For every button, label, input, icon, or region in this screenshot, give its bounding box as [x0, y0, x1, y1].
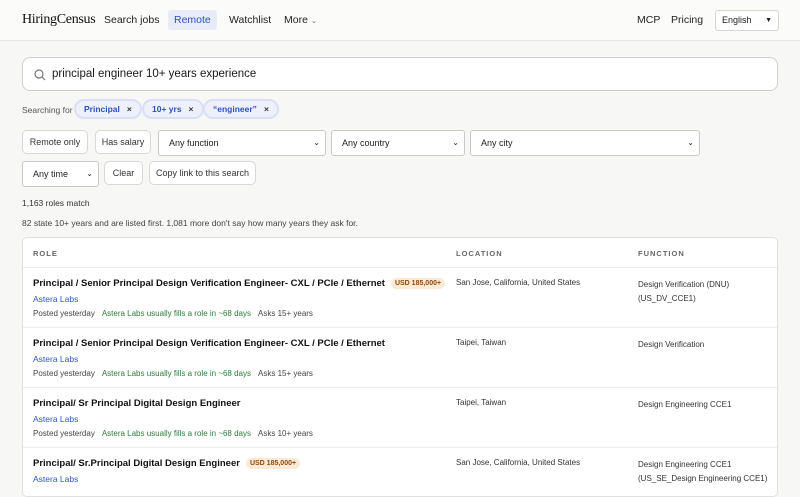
city-value: Any city — [481, 138, 513, 148]
years-asked: Asks 10+ years — [258, 429, 313, 438]
chip-years[interactable]: 10+ yrs × — [142, 99, 204, 119]
function-line: Design Engineering CCE1 — [638, 460, 732, 469]
fill-time: Astera Labs usually fills a role in ~68 … — [101, 429, 252, 438]
job-location: San Jose, California, United States — [456, 278, 581, 287]
posted-date: Posted yesterday — [33, 429, 95, 438]
table-row[interactable]: Principal / Senior Principal Design Veri… — [23, 328, 777, 388]
posted-date: Posted yesterday — [33, 369, 95, 378]
job-location: San Jose, California, United States — [456, 458, 581, 467]
logo[interactable]: HiringCensus — [22, 12, 96, 28]
results-note: 82 state 10+ years and are listed first.… — [22, 218, 358, 228]
job-title-text: Principal/ Sr.Principal Digital Design E… — [33, 458, 240, 469]
company-link[interactable]: Astera Labs — [33, 474, 78, 484]
job-meta: Posted yesterday Astera Labs usually fill… — [33, 369, 313, 378]
job-function: Design Engineering CCE1 (US_SE_Design Eng… — [638, 458, 767, 486]
chevron-down-icon: ⌄ — [452, 138, 459, 147]
search-input[interactable]: principal engineer 10+ years experience — [22, 57, 778, 91]
job-function: Design Verification — [638, 338, 704, 352]
nav-watchlist[interactable]: Watchlist — [223, 10, 277, 30]
function-value: Any function — [169, 138, 219, 148]
has-salary-button[interactable]: Has salary — [95, 130, 151, 154]
job-title[interactable]: Principal / Senior Principal Design Veri… — [33, 278, 446, 289]
close-icon[interactable]: × — [264, 104, 269, 114]
company-link[interactable]: Astera Labs — [33, 294, 78, 304]
salary-badge: USD 185,000+ — [245, 458, 301, 469]
job-meta: Posted yesterday Astera Labs usually fill… — [33, 309, 313, 318]
close-icon[interactable]: × — [189, 104, 194, 114]
job-title-text: Principal / Senior Principal Design Veri… — [33, 338, 385, 349]
job-location: Taipei, Taiwan — [456, 338, 507, 347]
nav-mcp[interactable]: MCP — [631, 10, 666, 30]
nav-more-label: More — [284, 14, 308, 26]
column-header-location: LOCATION — [456, 249, 503, 258]
job-function: Design Engineering CCE1 — [638, 398, 731, 412]
nav-more[interactable]: More ⌄ — [278, 10, 323, 30]
chip-label: Principal — [84, 104, 120, 114]
chip-label: 10+ yrs — [152, 104, 182, 114]
chips-label: Searching for — [22, 105, 73, 115]
job-title[interactable]: Principal/ Sr.Principal Digital Design E… — [33, 458, 301, 469]
function-line: Design Verification — [638, 340, 705, 349]
nav-pricing[interactable]: Pricing — [665, 10, 709, 30]
language-value: English — [722, 15, 752, 25]
salary-badge: USD 185,000+ — [390, 278, 446, 289]
fill-time: Astera Labs usually fills a role in ~68 … — [101, 369, 252, 378]
column-header-function: FUNCTION — [638, 249, 685, 258]
chevron-down-icon: ⌄ — [86, 169, 93, 178]
company-link[interactable]: Astera Labs — [33, 414, 78, 424]
job-title[interactable]: Principal / Senior Principal Design Veri… — [33, 338, 385, 349]
country-select[interactable]: Any country ⌄ — [331, 130, 465, 156]
company-link[interactable]: Astera Labs — [33, 354, 78, 364]
city-select[interactable]: Any city ⌄ — [470, 130, 700, 156]
job-function: Design Verification (DNU) (US_DV_CCE1) — [638, 278, 729, 306]
job-title-text: Principal / Senior Principal Design Veri… — [33, 278, 385, 289]
chevron-down-icon: ⌄ — [313, 138, 320, 147]
time-select[interactable]: Any time ⌄ — [22, 161, 99, 187]
table-row[interactable]: Principal/ Sr Principal Digital Design E… — [23, 388, 777, 448]
chip-principal[interactable]: Principal × — [74, 99, 142, 119]
years-asked: Asks 15+ years — [258, 369, 313, 378]
results-count: 1,163 roles match — [22, 198, 90, 208]
fill-time: Astera Labs usually fills a role in ~68 … — [101, 309, 252, 318]
nav-remote[interactable]: Remote — [168, 10, 217, 30]
clear-button[interactable]: Clear — [104, 161, 143, 185]
chevron-down-icon: ⌄ — [310, 18, 317, 25]
table-row[interactable]: Principal / Senior Principal Design Veri… — [23, 268, 777, 328]
job-meta: Posted yesterday Astera Labs usually fill… — [33, 429, 313, 438]
results-table: ROLE LOCATION FUNCTION Principal / Senio… — [22, 237, 778, 497]
remote-only-button[interactable]: Remote only — [22, 130, 88, 154]
country-value: Any country — [342, 138, 390, 148]
function-line: (US_SE_Design Engineering CCE1) — [638, 474, 768, 483]
language-select[interactable]: English ▼ — [715, 10, 779, 31]
years-asked: Asks 15+ years — [258, 309, 313, 318]
column-header-role: ROLE — [33, 249, 58, 258]
time-value: Any time — [33, 169, 69, 179]
posted-date: Posted yesterday — [33, 309, 95, 318]
search-icon — [34, 69, 46, 81]
job-title-text: Principal/ Sr Principal Digital Design E… — [33, 398, 241, 409]
function-line: (US_DV_CCE1) — [638, 294, 696, 303]
job-location: Taipei, Taiwan — [456, 398, 507, 407]
close-icon[interactable]: × — [127, 104, 132, 114]
chip-engineer[interactable]: “engineer” × — [203, 99, 279, 119]
caret-down-icon: ▼ — [765, 17, 772, 24]
chip-label: “engineer” — [213, 104, 257, 114]
chevron-down-icon: ⌄ — [687, 138, 694, 147]
search-query: principal engineer 10+ years experience — [52, 68, 257, 80]
nav-search-jobs[interactable]: Search jobs — [98, 10, 165, 30]
table-row[interactable]: Principal/ Sr.Principal Digital Design E… — [23, 448, 777, 496]
function-select[interactable]: Any function ⌄ — [158, 130, 326, 156]
function-line: Design Verification (DNU) — [638, 280, 730, 289]
top-nav-bar: HiringCensus Search jobs Remote Watchlis… — [0, 0, 800, 41]
copy-link-button[interactable]: Copy link to this search — [149, 161, 256, 185]
function-line: Design Engineering CCE1 — [638, 400, 732, 409]
job-title[interactable]: Principal/ Sr Principal Digital Design E… — [33, 398, 240, 409]
